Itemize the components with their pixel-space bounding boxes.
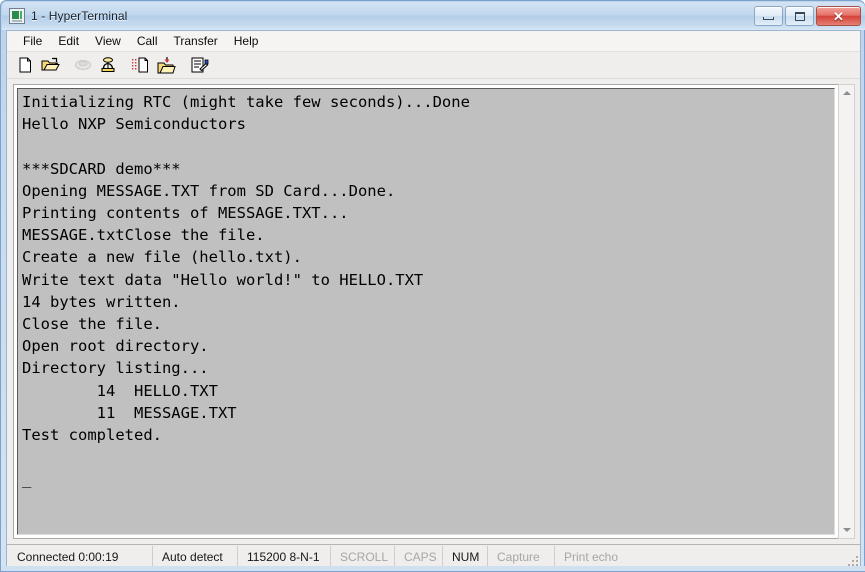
disconnect-button[interactable] <box>71 54 95 77</box>
window-controls: ✕ <box>754 6 861 26</box>
maximize-button[interactable] <box>785 6 814 26</box>
open-folder-icon <box>41 57 60 71</box>
title-bar[interactable]: 1 - HyperTerminal ✕ <box>2 2 865 30</box>
app-icon-accent <box>20 11 22 19</box>
scroll-down-button[interactable] <box>839 522 854 538</box>
menu-bar: File Edit View Call Transfer Help <box>7 31 860 52</box>
status-settings: 115200 8-N-1 <box>238 545 331 568</box>
minimize-icon <box>763 17 774 20</box>
close-button[interactable]: ✕ <box>816 6 861 26</box>
scroll-up-arrow-icon <box>842 91 851 95</box>
properties-button[interactable] <box>187 54 211 77</box>
resize-grip[interactable] <box>845 553 858 566</box>
open-connection-button[interactable] <box>38 54 62 77</box>
status-bar: Connected 0:00:19 Auto detect 115200 8-N… <box>7 544 860 568</box>
status-num-indicator: NUM <box>443 545 488 568</box>
status-capture-indicator: Capture <box>488 545 555 568</box>
menu-item-help[interactable]: Help <box>226 32 267 51</box>
terminal-screen[interactable]: Initializing RTC (might take few seconds… <box>17 88 835 535</box>
properties-icon <box>191 57 209 73</box>
scroll-up-button[interactable] <box>839 85 854 101</box>
application-window: 1 - HyperTerminal ✕ File Edit View Call … <box>0 0 865 572</box>
send-file-button[interactable] <box>129 54 153 77</box>
new-connection-icon <box>19 57 31 73</box>
close-icon: ✕ <box>833 8 844 24</box>
terminal-output: Initializing RTC (might take few seconds… <box>22 93 470 489</box>
terminal-frame: Initializing RTC (might take few seconds… <box>13 84 839 539</box>
maximize-icon <box>794 11 805 21</box>
status-scroll-indicator: SCROLL <box>331 545 395 568</box>
menu-item-view[interactable]: View <box>87 32 129 51</box>
app-icon <box>9 8 25 24</box>
status-connection: Connected 0:00:19 <box>7 545 153 568</box>
disconnect-phone-icon <box>75 60 91 70</box>
call-phone-icon <box>101 56 115 72</box>
toolbar <box>7 52 860 79</box>
client-area: File Edit View Call Transfer Help Initia… <box>6 30 861 568</box>
terminal-scrollbar[interactable] <box>838 84 855 539</box>
menu-item-transfer[interactable]: Transfer <box>166 32 226 51</box>
call-button[interactable] <box>96 54 120 77</box>
receive-file-button[interactable] <box>154 54 178 77</box>
window-bottom-edge <box>1 566 865 571</box>
status-detect: Auto detect <box>153 545 238 568</box>
send-file-icon <box>132 57 148 73</box>
receive-file-icon <box>157 56 176 73</box>
app-icon-screen <box>12 11 19 19</box>
window-title: 1 - HyperTerminal <box>31 9 128 23</box>
menu-item-edit[interactable]: Edit <box>50 32 87 51</box>
app-icon-base <box>12 20 22 22</box>
minimize-button[interactable] <box>754 6 783 26</box>
menu-item-call[interactable]: Call <box>129 32 166 51</box>
new-connection-button[interactable] <box>13 54 37 77</box>
scroll-down-arrow-icon <box>842 528 851 532</box>
status-print-echo-indicator: Print echo <box>564 549 619 564</box>
menu-item-file[interactable]: File <box>15 32 50 51</box>
status-caps-indicator: CAPS <box>395 545 443 568</box>
